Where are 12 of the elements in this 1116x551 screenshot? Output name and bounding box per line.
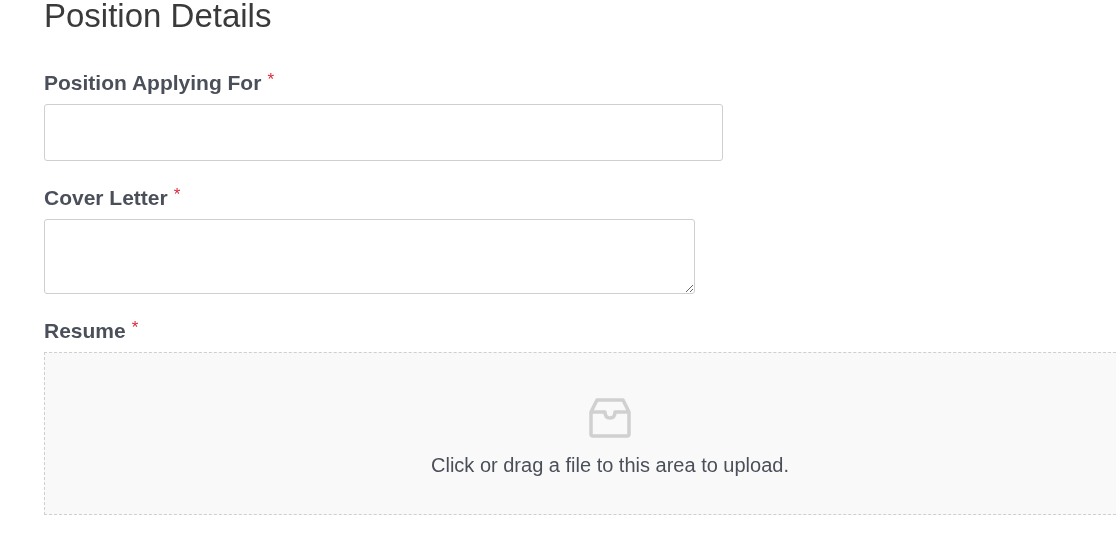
field-label: Position Applying For: [44, 70, 262, 96]
field-label: Resume: [44, 318, 126, 344]
text-area[interactable]: [44, 219, 695, 294]
upload-prompt: Click or drag a file to this area to upload.: [431, 454, 789, 477]
input-field[interactable]: [44, 104, 723, 161]
field-label: Cover Letter: [44, 185, 168, 211]
required-mark: *: [131, 318, 139, 338]
inbox-icon: [588, 396, 632, 440]
section-title: Position Details: [44, 0, 273, 36]
required-mark: *: [173, 185, 181, 205]
required-mark: *: [267, 70, 274, 90]
upload-dropzone[interactable]: Click or drag a file to this area to upload.: [44, 352, 1116, 515]
